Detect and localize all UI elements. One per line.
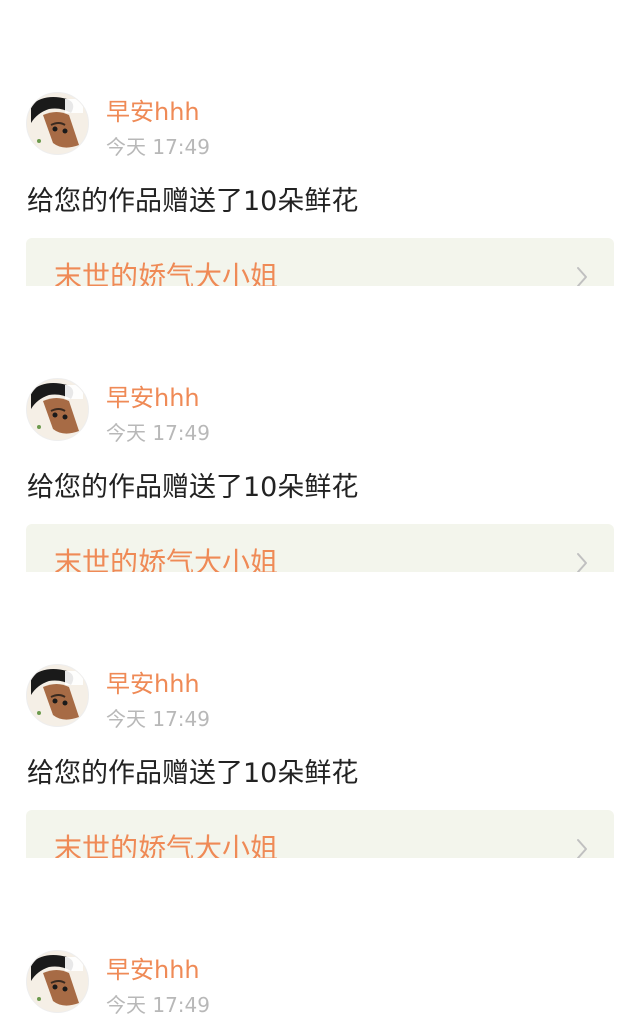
user-avatar[interactable] bbox=[26, 92, 89, 155]
timestamp: 今天 17:49 bbox=[106, 707, 210, 731]
timestamp: 今天 17:49 bbox=[106, 421, 210, 445]
notification-message: 给您的作品赠送了10朵鲜花 bbox=[27, 472, 359, 503]
notification-card: 早安hhh 今天 17:49 bbox=[0, 858, 640, 1024]
user-avatar[interactable] bbox=[26, 378, 89, 441]
notification-card: 早安hhh 今天 17:49 给您的作品赠送了10朵鲜花 末世的娇气大小姐 bbox=[0, 572, 640, 906]
user-avatar[interactable] bbox=[26, 664, 89, 727]
chevron-right-icon bbox=[577, 839, 587, 859]
username[interactable]: 早安hhh bbox=[106, 382, 200, 414]
notification-card: 早安hhh 今天 17:49 给您的作品赠送了10朵鲜花 末世的娇气大小姐 bbox=[0, 0, 640, 334]
timestamp: 今天 17:49 bbox=[106, 135, 210, 159]
username[interactable]: 早安hhh bbox=[106, 96, 200, 128]
user-avatar[interactable] bbox=[26, 950, 89, 1013]
username[interactable]: 早安hhh bbox=[106, 954, 200, 986]
username[interactable]: 早安hhh bbox=[106, 668, 200, 700]
notification-message: 给您的作品赠送了10朵鲜花 bbox=[27, 186, 359, 217]
notification-card: 早安hhh 今天 17:49 给您的作品赠送了10朵鲜花 末世的娇气大小姐 bbox=[0, 286, 640, 620]
chevron-right-icon bbox=[577, 267, 587, 287]
chevron-right-icon bbox=[577, 553, 587, 573]
timestamp: 今天 17:49 bbox=[106, 993, 210, 1017]
notification-message: 给您的作品赠送了10朵鲜花 bbox=[27, 758, 359, 789]
